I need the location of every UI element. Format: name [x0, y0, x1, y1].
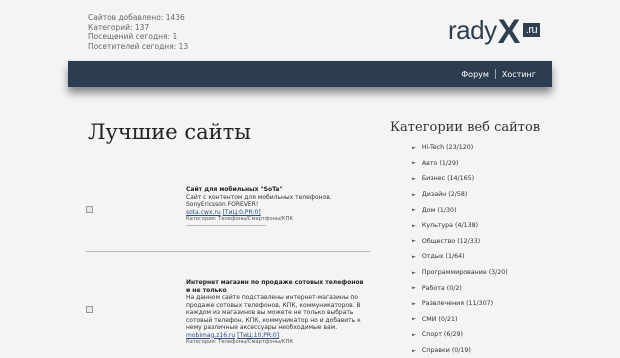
category-label[interactable]: Общество (12/33): [422, 238, 480, 245]
category-item[interactable]: ► СМИ (0/21): [412, 312, 508, 328]
bullet-icon: ►: [412, 269, 416, 276]
site-title-link[interactable]: Сайт для мобильных "SoTa": [186, 186, 366, 194]
bullet-icon: ►: [412, 300, 416, 307]
divider: [86, 251, 370, 252]
category-item[interactable]: ► Общество (12/33): [412, 234, 508, 250]
category-label[interactable]: Спорт (6/29): [422, 331, 463, 338]
stat-sites-added: Сайтов добавлено: 1436: [88, 13, 185, 22]
category-list: ► Hi-Tech (23/120) ► Авто (1/29) ► Бизнес (…: [412, 140, 508, 358]
site-category-label: Категория:: [186, 339, 217, 345]
category-label[interactable]: Работа (0/2): [422, 285, 462, 292]
bullet-icon: ►: [412, 144, 416, 151]
site-rank-link[interactable]: [ТиЦ:0,PR:0]: [223, 209, 261, 216]
category-item[interactable]: ► Спорт (6/29): [412, 327, 508, 343]
nav-links: Форум Хостинг: [461, 61, 536, 87]
category-label[interactable]: СМИ (0/21): [422, 316, 458, 323]
category-label[interactable]: Культура (4/138): [422, 222, 478, 229]
site-entry: Интернет магазин по продаже сотовых теле…: [186, 279, 366, 347]
divider: [186, 225, 266, 226]
bullet-icon: ►: [412, 191, 416, 198]
site-url-link[interactable]: mobimag.z16.ru: [186, 332, 235, 339]
category-item[interactable]: ► Развлечения (11/307): [412, 296, 508, 312]
site-stats: Сайтов добавлено: 1436 Категорий: 137 По…: [88, 13, 188, 51]
site-logo[interactable]: rady X .ru: [448, 13, 541, 51]
bullet-icon: ►: [412, 175, 416, 182]
category-label[interactable]: Программирование (3/20): [422, 269, 508, 276]
nav-forum-link[interactable]: Форум: [461, 70, 489, 79]
category-item[interactable]: ► Отдых (1/64): [412, 249, 508, 265]
stat-visitors-today: Посетителей сегодня: 13: [88, 41, 189, 51]
category-item[interactable]: ► Работа (0/2): [412, 280, 508, 296]
category-label[interactable]: Авто (1/29): [422, 160, 459, 167]
bullet-icon: ►: [412, 331, 416, 338]
bullet-icon: ►: [412, 285, 416, 292]
stat-categories: Категорий: 137: [88, 22, 150, 32]
category-label[interactable]: Hi-Tech (23/120): [422, 144, 473, 151]
logo-text-rady: rady: [448, 15, 497, 45]
bullet-icon: ►: [412, 238, 416, 245]
nav-hosting-link[interactable]: Хостинг: [502, 70, 536, 79]
category-label[interactable]: Развлечения (11/307): [422, 300, 493, 307]
bullet-icon: ►: [412, 160, 416, 167]
category-item[interactable]: ► Авто (1/29): [412, 156, 508, 172]
site-description: Сайт с контентом для мобильных телефонов…: [186, 193, 332, 209]
site-rank-link[interactable]: [ТиЦ:10,PR:0]: [237, 332, 279, 339]
bullet-icon: ►: [412, 316, 416, 323]
logo-text-ru: .ru: [522, 23, 541, 37]
site-entry: Сайт для мобильных "SoTa" Сайт с контент…: [186, 186, 366, 224]
nav-separator: [494, 69, 496, 79]
site-category-link[interactable]: Телефоны/Смартфоны/КПК: [218, 339, 293, 345]
bullet-icon: ►: [412, 207, 416, 214]
category-label[interactable]: Дизайн (2/58): [422, 191, 467, 198]
sidebar-title: Категории веб сайтов: [390, 120, 541, 135]
site-category-link[interactable]: Телефоны/Смартфоны/КПК: [218, 216, 293, 222]
category-item[interactable]: ► Справки (0/19): [412, 343, 508, 358]
broken-image-icon[interactable]: [86, 306, 93, 313]
bullet-icon: ►: [412, 253, 416, 260]
site-description: На данном сайте подставлены интернет-маг…: [186, 294, 361, 331]
bullet-icon: ►: [412, 222, 416, 229]
top-navbar: Форум Хостинг: [68, 61, 552, 87]
category-item[interactable]: ► Дизайн (2/58): [412, 187, 508, 203]
category-item[interactable]: ► Культура (4/138): [412, 218, 508, 234]
category-item[interactable]: ► Дом (1/30): [412, 202, 508, 218]
category-label[interactable]: Справки (0/19): [422, 347, 471, 354]
category-label[interactable]: Дом (1/30): [422, 207, 457, 214]
site-category-label: Категория:: [186, 216, 217, 222]
stat-visits-today: Посещений сегодня: 1: [88, 32, 178, 41]
broken-image-icon[interactable]: [86, 206, 93, 213]
site-url-link[interactable]: sota.cwx.ru: [186, 209, 221, 216]
category-label[interactable]: Бизнес (14/165): [422, 175, 474, 182]
page-title: Лучшие сайты: [88, 120, 251, 144]
category-item[interactable]: ► Бизнес (14/165): [412, 171, 508, 187]
category-item[interactable]: ► Программирование (3/20): [412, 265, 508, 281]
category-item[interactable]: ► Hi-Tech (23/120): [412, 140, 508, 156]
logo-text-x: X: [497, 13, 521, 51]
bullet-icon: ►: [412, 347, 416, 354]
site-title-link[interactable]: Интернет магазин по продаже сотовых теле…: [186, 279, 366, 294]
category-label[interactable]: Отдых (1/64): [422, 253, 465, 260]
